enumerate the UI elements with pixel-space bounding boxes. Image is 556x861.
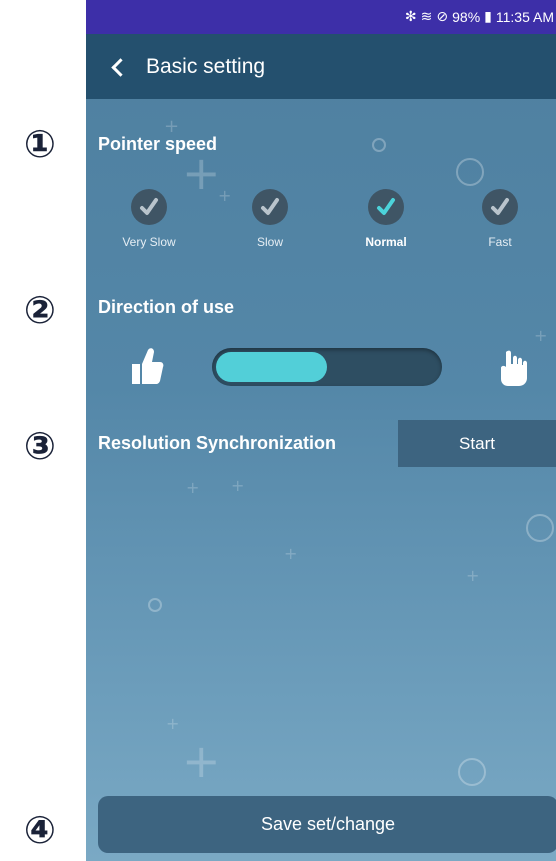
status-time: 11:35 AM (495, 9, 554, 25)
battery-icon: ▮ (484, 9, 492, 25)
pointing-hand-icon[interactable] (498, 350, 528, 390)
callout-4: ④ (23, 808, 57, 852)
phone-screen: + + + + + + + + + + ✻ ≋ ⊘ 98% ▮ 11:35 AM… (86, 0, 556, 861)
plus-decoration: + (231, 476, 245, 495)
plus-decoration: + (466, 566, 480, 585)
plus-decoration: + (534, 326, 548, 345)
circle-decoration (148, 598, 162, 612)
circle-decoration (526, 514, 554, 542)
status-bar: ✻ ≋ ⊘ 98% ▮ 11:35 AM (86, 0, 556, 34)
direction-slider[interactable] (212, 348, 442, 386)
callout-3: ③ (23, 424, 57, 468)
callout-1: ① (23, 122, 57, 166)
plus-decoration: + (166, 714, 180, 733)
circle-decoration (456, 158, 484, 186)
plus-decoration: + (186, 478, 200, 497)
do-not-disturb-icon: ⊘ (436, 9, 449, 25)
speed-option-label: Normal (365, 235, 407, 249)
speed-option-very-slow[interactable]: Very Slow (109, 189, 189, 249)
speed-option-normal[interactable]: Normal (346, 189, 426, 249)
start-button[interactable]: Start (398, 420, 556, 467)
speed-option-label: Slow (256, 235, 283, 249)
bluetooth-icon: ✻ (404, 9, 417, 25)
speed-option-label: Fast (488, 235, 512, 249)
check-icon (482, 189, 518, 225)
pointer-speed-label: Pointer speed (98, 134, 218, 154)
plus-decoration: + (284, 544, 298, 563)
speed-option-label: Very Slow (122, 235, 176, 249)
wifi-icon: ≋ (420, 9, 433, 25)
thumbs-up-hand-icon[interactable] (128, 346, 164, 390)
circle-decoration (458, 758, 486, 786)
battery-level: 98% (452, 9, 481, 25)
check-icon (131, 189, 167, 225)
save-button[interactable]: Save set/change (98, 796, 556, 853)
check-icon (252, 189, 288, 225)
plus-decoration: + (182, 734, 221, 788)
page-title: Basic setting (146, 54, 266, 78)
circle-decoration (372, 138, 386, 152)
check-icon-selected (368, 189, 404, 225)
callout-2: ② (23, 288, 57, 332)
resolution-sync-label: Resolution Synchronization (98, 433, 337, 453)
speed-option-fast[interactable]: Fast (460, 189, 540, 249)
speed-option-slow[interactable]: Slow (230, 189, 310, 249)
direction-of-use-label: Direction of use (98, 297, 235, 317)
back-arrow-icon[interactable] (108, 56, 130, 78)
app-bar: Basic setting (86, 34, 556, 99)
direction-slider-fill (216, 352, 327, 382)
